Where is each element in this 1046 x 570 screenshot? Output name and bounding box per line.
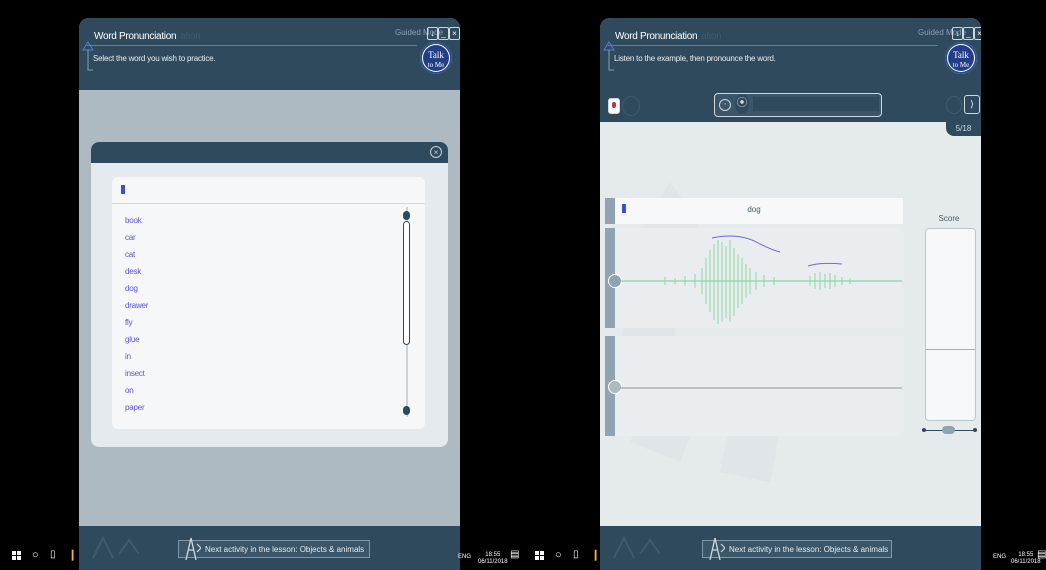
example-waveform: [620, 235, 902, 324]
notifications-icon[interactable]: ▤: [510, 549, 519, 560]
minimize-button[interactable]: _: [438, 27, 449, 40]
app-taskbar-icon[interactable]: ❙: [591, 548, 600, 561]
windows-start-icon[interactable]: [535, 551, 545, 564]
word-select-dialog: × book car cat desk dog drawer fly glue …: [91, 142, 448, 447]
window-title: Word Pronunciation ation: [615, 31, 722, 42]
user-waveform: [620, 387, 902, 389]
title-underline: [87, 45, 417, 46]
left-taskbar: ○ ▯ ❙ ENG 18:55 06/11/2018 ▤: [0, 545, 523, 570]
window-title: Word Pronunciation ation: [94, 31, 201, 42]
list-item[interactable]: dog: [125, 284, 138, 293]
list-item[interactable]: car: [125, 233, 136, 242]
task-view-icon[interactable]: ▯: [573, 549, 579, 560]
next-word-button[interactable]: ⟩: [964, 95, 980, 114]
search-icon[interactable]: ○: [555, 549, 562, 561]
playback-bar: ◦ ⦿: [714, 93, 882, 117]
example-wave-panel: [605, 228, 902, 328]
dialog-close-icon[interactable]: ×: [430, 146, 442, 158]
left-app-window: Word Pronunciation ation Select the word …: [79, 18, 460, 570]
list-item[interactable]: insect: [125, 369, 145, 378]
talk-to-me-logo: Talk to Me: [945, 42, 977, 74]
audio-toolbar: ◦ ⦿ ⟩: [600, 90, 981, 122]
scrollbar-thumb[interactable]: [403, 221, 410, 345]
word-list: book car cat desk dog drawer fly glue in…: [112, 177, 425, 429]
list-item[interactable]: drawer: [125, 301, 148, 310]
instruction-text: Select the word you wish to practice.: [93, 54, 216, 63]
app-taskbar-icon[interactable]: ❙: [68, 548, 77, 561]
system-clock[interactable]: 18:55 06/11/2018: [478, 552, 508, 566]
windows-start-icon[interactable]: [12, 551, 22, 564]
playback-progress[interactable]: [753, 97, 879, 111]
list-item[interactable]: cat: [125, 250, 135, 259]
download-icon[interactable]: ↓: [427, 27, 438, 40]
download-icon[interactable]: ↓: [952, 27, 963, 40]
score-meter: [925, 228, 976, 421]
user-wave-panel: [605, 336, 902, 436]
word-header: dog: [605, 198, 903, 224]
list-item[interactable]: in: [125, 352, 131, 361]
list-marker-icon: [121, 185, 125, 194]
title-bar: Word Pronunciation ation Select the word …: [79, 18, 460, 90]
play-recording-icon[interactable]: [622, 96, 640, 116]
dialog-header: ×: [91, 142, 448, 163]
current-word: dog: [747, 205, 761, 214]
right-app-window: Word Pronunciation ation Listen to the ex…: [600, 18, 981, 570]
title-bar: Word Pronunciation ation Listen to the ex…: [600, 18, 981, 90]
minimize-button[interactable]: _: [963, 27, 974, 40]
list-item[interactable]: desk: [125, 267, 141, 276]
listen-icon[interactable]: ⦿: [735, 94, 749, 114]
search-icon[interactable]: ○: [32, 549, 39, 561]
close-button[interactable]: ×: [974, 27, 981, 40]
task-view-icon[interactable]: ▯: [50, 549, 56, 560]
language-indicator[interactable]: ENG: [458, 554, 471, 560]
language-indicator[interactable]: ENG: [993, 554, 1006, 560]
score-label: Score: [938, 214, 960, 223]
scroll-up-button[interactable]: [403, 211, 410, 220]
title-underline: [608, 45, 938, 46]
instruction-text: Listen to the example, then pronounce th…: [614, 54, 776, 63]
list-item[interactable]: fly: [125, 318, 133, 327]
score-slider[interactable]: [922, 426, 977, 434]
talk-to-me-logo: Talk to Me: [420, 42, 452, 74]
progress-badge: 5/18: [946, 122, 981, 136]
notifications-icon[interactable]: ▤: [1037, 549, 1046, 560]
scroll-down-button[interactable]: [403, 406, 410, 415]
play-example-icon[interactable]: ◦: [719, 99, 731, 111]
practice-area: 5/18 dog Score: [600, 122, 981, 526]
list-item[interactable]: paper: [125, 403, 145, 412]
list-item[interactable]: glue: [125, 335, 140, 344]
right-taskbar: ○ ▯ ❙ ENG 18:55 06/11/2018 ▤: [523, 545, 1046, 570]
score-level-line: [926, 349, 975, 350]
list-item[interactable]: on: [125, 386, 134, 395]
list-item[interactable]: book: [125, 216, 142, 225]
record-button[interactable]: [608, 98, 620, 114]
previous-word-icon[interactable]: [946, 96, 962, 114]
list-header: [112, 177, 425, 204]
close-button[interactable]: ×: [449, 27, 460, 40]
